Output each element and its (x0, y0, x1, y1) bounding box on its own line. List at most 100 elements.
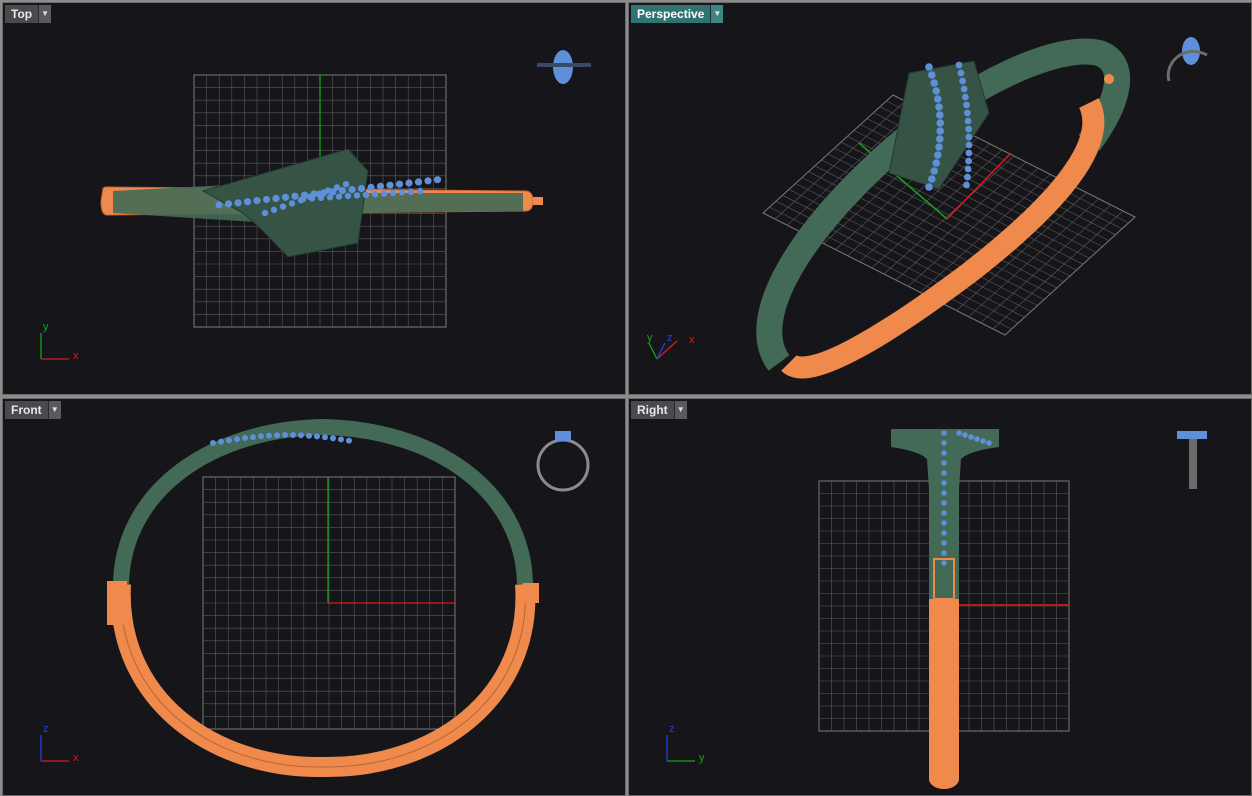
gem (288, 200, 296, 207)
gem (963, 181, 970, 189)
gem (215, 201, 223, 209)
gem (941, 490, 947, 496)
gem (357, 184, 366, 193)
gem (965, 149, 973, 157)
gem (333, 184, 341, 191)
gem (380, 190, 388, 197)
gem (261, 209, 269, 217)
front-view-scene[interactable]: z x (3, 399, 625, 795)
gem (986, 440, 992, 446)
gem (306, 432, 312, 439)
axis-indicator: z x (40, 723, 79, 764)
gem (941, 440, 947, 446)
gem (928, 175, 936, 183)
gem (416, 188, 424, 195)
gem (965, 125, 972, 133)
gem (424, 177, 432, 185)
gem (974, 436, 980, 442)
gem (932, 159, 940, 167)
viewport-front[interactable]: Front ▼ z x (2, 398, 626, 796)
gem (941, 460, 947, 466)
gem (955, 61, 963, 69)
gem (250, 434, 256, 441)
gem (338, 436, 344, 443)
gem (258, 433, 264, 440)
top-view-scene[interactable]: y x (3, 3, 625, 394)
thumbnail-preview (537, 50, 591, 84)
gem (941, 520, 947, 526)
viewport-perspective[interactable]: Perspective ▼ x y z (628, 2, 1252, 395)
gem (298, 432, 304, 439)
viewport-right[interactable]: Right ▼ z y (628, 398, 1252, 796)
gem (932, 87, 940, 95)
viewport-right-tab[interactable]: Right ▼ (631, 401, 687, 419)
viewport-front-title[interactable]: Front (5, 401, 48, 419)
viewport-top[interactable]: Top ▼ y x (2, 2, 626, 395)
viewport-front-dropdown[interactable]: ▼ (47, 401, 61, 419)
gem (234, 199, 242, 207)
gem (980, 438, 986, 444)
gem (386, 181, 394, 189)
gem (957, 69, 965, 77)
viewport-perspective-dropdown[interactable]: ▼ (710, 5, 724, 23)
gem (253, 197, 261, 205)
gem (226, 437, 232, 444)
perspective-view-scene[interactable]: x y z (629, 3, 1251, 394)
gem (941, 450, 947, 456)
gem (344, 192, 352, 200)
gem (274, 432, 280, 439)
axis-label-x: x (73, 350, 79, 362)
gem (964, 173, 971, 181)
viewport-perspective-title[interactable]: Perspective (631, 5, 711, 23)
gem (314, 433, 320, 440)
gem (322, 434, 328, 441)
viewport-top-dropdown[interactable]: ▼ (38, 5, 52, 23)
gem (224, 200, 233, 208)
gem (376, 182, 385, 190)
viewport-right-dropdown[interactable]: ▼ (673, 401, 687, 419)
gem (405, 179, 413, 187)
gem (941, 470, 947, 476)
viewport-right-title[interactable]: Right (631, 401, 674, 419)
gem (963, 101, 970, 109)
thumbnail-preview (1166, 37, 1208, 82)
gem (306, 193, 314, 201)
gem (959, 77, 966, 85)
gem (964, 165, 972, 173)
gem (281, 193, 290, 201)
gem (968, 434, 974, 440)
gem (330, 435, 336, 442)
gem (935, 143, 943, 151)
gem (371, 191, 379, 198)
viewport-perspective-tab[interactable]: Perspective ▼ (631, 5, 724, 23)
gem (964, 117, 972, 125)
ring-model[interactable] (107, 418, 539, 778)
gem (218, 438, 224, 445)
gem (941, 540, 947, 546)
gem (941, 430, 947, 436)
right-view-scene[interactable]: z y (629, 399, 1251, 795)
gem (941, 550, 947, 556)
gem (335, 193, 343, 200)
axis-label-z: z (667, 332, 673, 344)
gem (210, 440, 216, 446)
axis-indicator: z y (666, 723, 705, 764)
gem (962, 93, 969, 101)
gem (398, 189, 406, 196)
viewport-top-title[interactable]: Top (5, 5, 39, 23)
ring-model[interactable] (891, 429, 999, 789)
gem (270, 206, 278, 213)
viewport-front-tab[interactable]: Front ▼ (5, 401, 61, 419)
gem (414, 178, 423, 186)
ring-model[interactable] (100, 148, 543, 258)
gem (934, 95, 942, 103)
gem (934, 151, 942, 159)
axis-label-z: z (43, 723, 49, 735)
gem (395, 180, 404, 188)
gem (389, 189, 397, 197)
gem (348, 186, 356, 194)
viewport-top-tab[interactable]: Top ▼ (5, 5, 52, 23)
thumbnail-preview (536, 431, 590, 492)
gem (941, 500, 947, 506)
gem (941, 510, 947, 516)
